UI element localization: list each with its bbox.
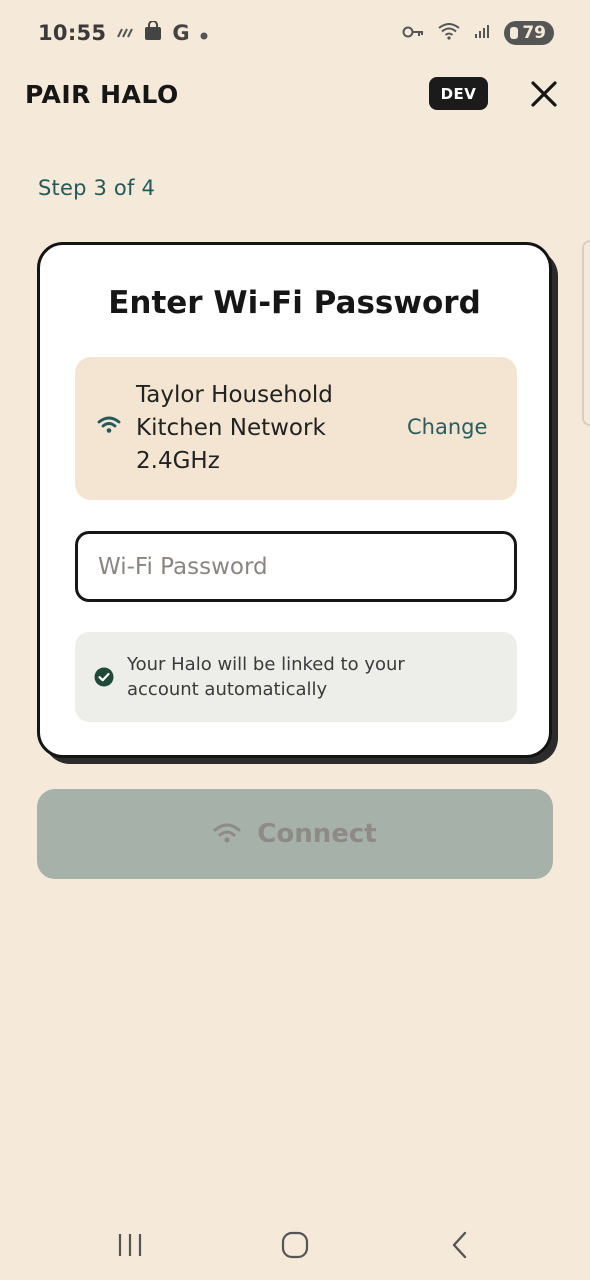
network-name-line: Kitchen Network [136, 415, 326, 441]
wifi-icon [97, 415, 121, 439]
back-button[interactable] [440, 1230, 480, 1260]
home-button[interactable] [275, 1230, 315, 1260]
network-name-line: 2.4GHz [136, 448, 220, 474]
status-time: 10:55 [38, 21, 107, 45]
page-title: PAIR HALO [25, 79, 179, 109]
account-link-info: Your Halo will be linked to your account… [75, 632, 517, 722]
close-button[interactable] [526, 76, 562, 112]
network-name-line: Taylor Household [136, 382, 333, 408]
battery-level: 79 [522, 23, 546, 43]
dev-badge: DEV [429, 77, 488, 110]
status-bar-left: 10:55 G [38, 19, 208, 46]
change-network-link[interactable]: Change [407, 415, 487, 439]
battery-indicator: 79 [504, 21, 554, 45]
google-icon: G [172, 21, 190, 45]
battery-icon [510, 27, 519, 39]
info-text: Your Halo will be linked to your account… [127, 654, 405, 700]
status-bar-right: 79 [402, 21, 554, 45]
wifi-icon [213, 822, 241, 847]
wifi-icon [438, 22, 460, 44]
status-bar: 10:55 G 79 [0, 0, 590, 66]
system-nav-bar [0, 1210, 590, 1280]
step-indicator: Step 3 of 4 [38, 176, 156, 200]
dot-icon [200, 21, 208, 45]
connect-label: Connect [257, 819, 377, 849]
close-icon [531, 81, 557, 107]
signal-activity-icon [116, 24, 134, 43]
home-icon [281, 1231, 309, 1259]
scroll-edge [582, 240, 590, 426]
card-title: Enter Wi-Fi Password [108, 285, 481, 321]
wifi-password-input[interactable] [75, 531, 517, 602]
vpn-key-icon [402, 24, 424, 43]
back-icon [452, 1231, 467, 1259]
recent-apps-button[interactable] [110, 1230, 150, 1260]
shopping-bag-icon [144, 19, 162, 46]
connect-button[interactable]: Connect [37, 789, 553, 879]
wifi-password-card: Enter Wi-Fi Password Taylor Household Ki… [37, 242, 552, 758]
check-circle-icon [94, 667, 114, 691]
cell-signal-icon [474, 23, 490, 43]
network-name: Taylor Household Kitchen Network 2.4GHz [136, 379, 376, 478]
selected-network: Taylor Household Kitchen Network 2.4GHz … [75, 357, 517, 500]
recent-apps-icon [118, 1234, 142, 1256]
header: PAIR HALO DEV [0, 66, 590, 122]
